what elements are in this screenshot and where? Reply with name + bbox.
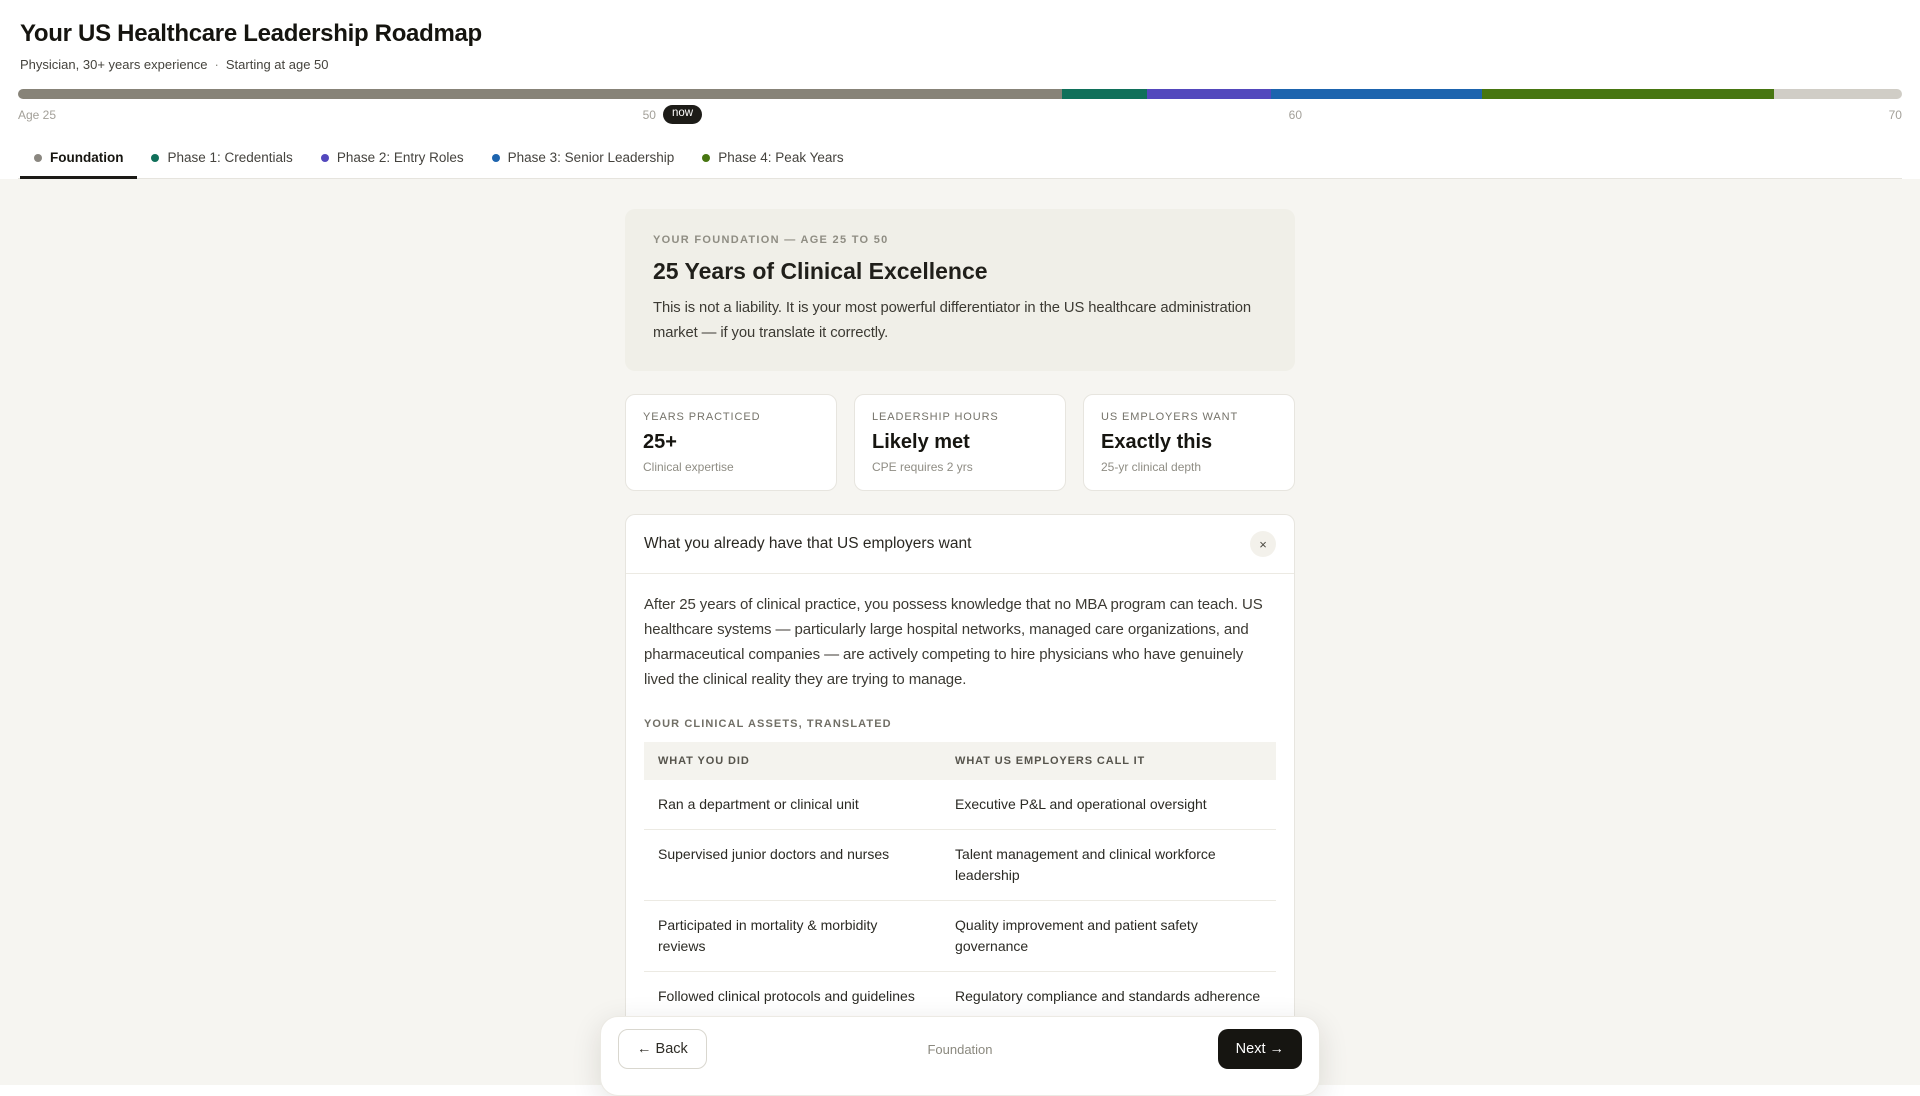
- tab-phase-2-entry-roles[interactable]: Phase 2: Entry Roles: [307, 139, 478, 178]
- age-label-25: Age 25: [18, 107, 57, 122]
- subtitle-separator: ·: [214, 57, 219, 72]
- main-content: YOUR FOUNDATION — AGE 25 TO 50 25 Years …: [0, 179, 1920, 1085]
- table-row: Supervised junior doctors and nurses Tal…: [644, 829, 1276, 901]
- employer-term-cell: Quality improvement and patient safety g…: [941, 900, 1276, 972]
- app-header: Your US Healthcare Leadership Roadmap Ph…: [0, 0, 1920, 179]
- stat-value: Exactly this: [1101, 431, 1213, 453]
- stat-sub: CPE requires 2 yrs: [872, 460, 973, 474]
- age-label-50-group: 50 now: [642, 105, 703, 124]
- table-row: Followed clinical protocols and guidelin…: [644, 971, 1276, 1022]
- foundation-title: 25 Years of Clinical Excellence: [653, 258, 988, 284]
- phase-tab-bar: Foundation Phase 1: Credentials Phase 2:…: [18, 139, 1902, 179]
- stat-card-us-employers-want: US EMPLOYERS WANT Exactly this 25-yr cli…: [1083, 394, 1295, 491]
- back-button[interactable]: ← Back: [618, 1029, 707, 1069]
- subtitle-profile: Physician, 30+ years experience: [20, 57, 208, 72]
- what-you-did-cell: Supervised junior doctors and nurses: [644, 829, 942, 901]
- foundation-eyebrow: YOUR FOUNDATION — AGE 25 TO 50: [653, 234, 889, 246]
- timeline-segment-phase-1: [1061, 89, 1147, 99]
- employer-term-cell: Talent management and clinical workforce…: [941, 829, 1276, 901]
- stat-sub: 25-yr clinical depth: [1101, 460, 1202, 474]
- phase-4-dot-icon: [702, 153, 711, 162]
- stat-label: LEADERSHIP HOURS: [872, 411, 999, 423]
- tab-label: Phase 1: Credentials: [167, 150, 293, 165]
- phase-2-dot-icon: [320, 153, 329, 162]
- age-timeline: Age 25 50 now 60 70: [18, 89, 1902, 125]
- close-icon[interactable]: ×: [1250, 531, 1276, 557]
- now-badge: now: [662, 105, 703, 124]
- tab-label: Phase 4: Peak Years: [718, 150, 844, 165]
- tab-label: Phase 2: Entry Roles: [336, 150, 464, 165]
- current-step-label: Foundation: [927, 1041, 993, 1057]
- tab-phase-3-senior-leadership[interactable]: Phase 3: Senior Leadership: [478, 139, 689, 178]
- table-row: Ran a department or clinical unit Execut…: [644, 780, 1276, 830]
- table-header-row: WHAT YOU DID WHAT US EMPLOYERS CALL IT: [644, 742, 1276, 780]
- tab-foundation[interactable]: Foundation: [20, 139, 138, 179]
- timeline-segment-phase-2: [1146, 89, 1271, 99]
- foundation-description: This is not a liability. It is your most…: [653, 300, 1252, 341]
- tab-phase-1-credentials[interactable]: Phase 1: Credentials: [137, 139, 306, 178]
- panel-body: After 25 years of clinical practice, you…: [626, 574, 1294, 1085]
- stat-card-leadership-hours: LEADERSHIP HOURS Likely met CPE requires…: [854, 394, 1066, 491]
- timeline-segment-phase-3: [1270, 89, 1482, 99]
- age-label-70: 70: [1888, 107, 1902, 122]
- what-you-did-cell: Ran a department or clinical unit: [658, 796, 859, 812]
- column-what-us-employers-call-it: WHAT US EMPLOYERS CALL IT: [941, 742, 1276, 780]
- what-you-did-cell: Participated in mortality & morbidity re…: [644, 900, 942, 972]
- panel-title: What you already have that US employers …: [644, 535, 972, 552]
- timeline-segment-phase-4: [1481, 89, 1774, 99]
- panel-header[interactable]: What you already have that US employers …: [626, 515, 1294, 573]
- stat-label: US EMPLOYERS WANT: [1101, 411, 1239, 423]
- page-subtitle: Physician, 30+ years experience · Starti…: [20, 57, 1902, 72]
- phase-3-dot-icon: [491, 153, 500, 162]
- next-button[interactable]: Next →: [1217, 1029, 1302, 1069]
- employer-term-cell: Executive P&L and operational oversight: [955, 796, 1207, 812]
- age-label-60: 60: [1288, 107, 1303, 122]
- timeline-segment-remaining: [1773, 89, 1902, 99]
- tab-phase-4-peak-years[interactable]: Phase 4: Peak Years: [688, 139, 857, 178]
- age-label-50: 50: [642, 107, 656, 122]
- foundation-dot-icon: [34, 153, 42, 162]
- clinical-assets-heading: YOUR CLINICAL ASSETS, TRANSLATED: [644, 718, 892, 730]
- timeline-bar: [18, 89, 1902, 99]
- column-what-you-did: WHAT YOU DID: [644, 742, 942, 780]
- employer-term-cell: Regulatory compliance and standards adhe…: [941, 971, 1276, 1022]
- stat-label: YEARS PRACTICED: [643, 411, 761, 423]
- page-title: Your US Healthcare Leadership Roadmap: [20, 20, 482, 47]
- tab-label: Foundation: [50, 150, 124, 165]
- phase-1-dot-icon: [151, 153, 160, 162]
- subtitle-start-age: Starting at age 50: [225, 57, 329, 72]
- wizard-nav-bar: ← Back Foundation Next →: [600, 1016, 1320, 1096]
- stats-row: YEARS PRACTICED 25+ Clinical expertise L…: [625, 394, 1295, 491]
- stat-value: 25+: [643, 431, 677, 453]
- employers-want-panel: What you already have that US employers …: [625, 514, 1295, 1085]
- stat-value: Likely met: [872, 431, 970, 453]
- timeline-segment-foundation: [18, 89, 1062, 99]
- stat-card-years-practiced: YEARS PRACTICED 25+ Clinical expertise: [625, 394, 837, 491]
- panel-paragraph: After 25 years of clinical practice, you…: [644, 596, 1263, 688]
- foundation-summary-card: YOUR FOUNDATION — AGE 25 TO 50 25 Years …: [625, 209, 1295, 371]
- what-you-did-cell: Followed clinical protocols and guidelin…: [644, 971, 942, 1022]
- stat-sub: Clinical expertise: [643, 460, 734, 474]
- timeline-labels: Age 25 50 now 60 70: [18, 104, 1902, 125]
- table-row: Participated in mortality & morbidity re…: [644, 900, 1276, 972]
- tab-label: Phase 3: Senior Leadership: [507, 150, 675, 165]
